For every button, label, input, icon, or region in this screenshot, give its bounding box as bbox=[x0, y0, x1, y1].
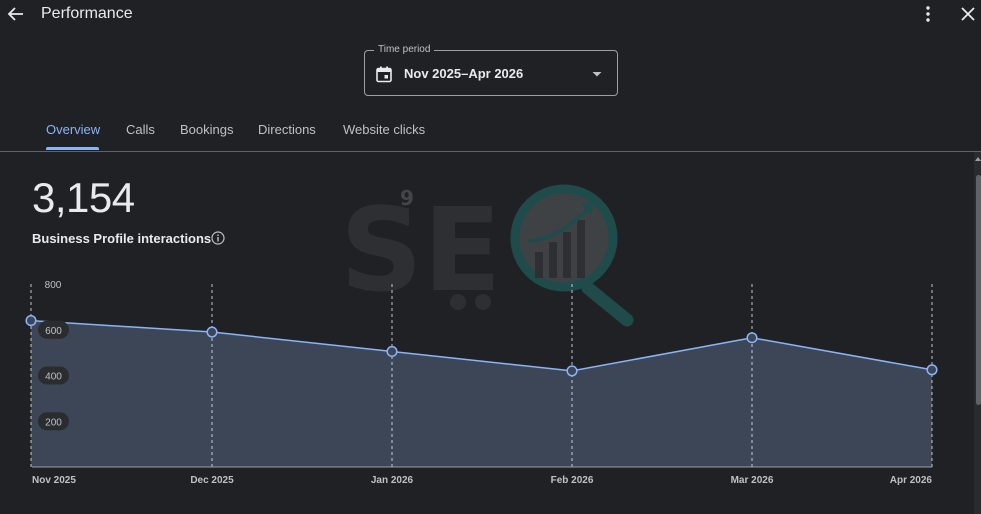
metric-label: Business Profile interactions bbox=[32, 231, 212, 246]
x-tick-label: Apr 2026 bbox=[890, 475, 933, 486]
page-title: Performance bbox=[41, 5, 133, 22]
data-point bbox=[386, 345, 398, 358]
tab-overview[interactable]: Overview bbox=[46, 122, 100, 137]
tab-calls[interactable]: Calls bbox=[126, 122, 155, 137]
y-tick-label: 600 bbox=[45, 326, 62, 337]
close-icon bbox=[961, 7, 975, 21]
watermark-superscript: 9 bbox=[400, 186, 414, 210]
metric-total: 3,154 bbox=[32, 174, 135, 221]
x-tick-label: Dec 2025 bbox=[190, 475, 234, 486]
active-tab-indicator bbox=[46, 147, 99, 150]
caret-down-icon bbox=[592, 72, 602, 77]
data-point bbox=[926, 364, 938, 376]
arrow-back-icon bbox=[7, 7, 23, 21]
area-fill bbox=[31, 320, 932, 467]
data-point bbox=[566, 365, 578, 377]
time-period-label: Time period bbox=[374, 44, 435, 56]
time-period-select[interactable]: Time period Nov 2025–Apr 2026 bbox=[364, 44, 618, 96]
y-tick-label: 200 bbox=[45, 417, 62, 428]
data-point bbox=[206, 326, 218, 338]
x-tick-label: Mar 2026 bbox=[731, 475, 774, 486]
more-vert-icon bbox=[926, 6, 930, 22]
calendar-icon bbox=[376, 66, 392, 83]
y-tick-label: 400 bbox=[45, 372, 62, 383]
tab-bookings[interactable]: Bookings bbox=[180, 122, 233, 137]
tab-bar: Overview Calls Bookings Directions Websi… bbox=[0, 110, 981, 152]
x-tick-label: Jan 2026 bbox=[371, 475, 414, 486]
tab-directions[interactable]: Directions bbox=[258, 122, 316, 137]
time-period-value: Nov 2025–Apr 2026 bbox=[404, 66, 524, 81]
data-point bbox=[746, 332, 758, 344]
scrollbar-thumb[interactable] bbox=[976, 175, 981, 405]
data-point bbox=[25, 315, 37, 327]
tab-website-clicks[interactable]: Website clicks bbox=[343, 122, 425, 137]
info-icon[interactable] bbox=[211, 231, 225, 245]
y-tick-label: 800 bbox=[45, 280, 62, 291]
x-tick-label: Nov 2025 bbox=[32, 475, 76, 486]
interactions-area-chart: 200 400 600 800 Nov 2025 Dec 2025 Jan 2026 Feb … bbox=[25, 280, 938, 486]
top-bar: Performance bbox=[0, 0, 981, 30]
back-button[interactable] bbox=[6, 4, 26, 24]
scroll-up-arrow-icon[interactable] bbox=[975, 156, 981, 162]
close-button[interactable] bbox=[958, 4, 978, 24]
x-tick-label: Feb 2026 bbox=[551, 475, 594, 486]
more-options-button[interactable] bbox=[918, 4, 938, 24]
